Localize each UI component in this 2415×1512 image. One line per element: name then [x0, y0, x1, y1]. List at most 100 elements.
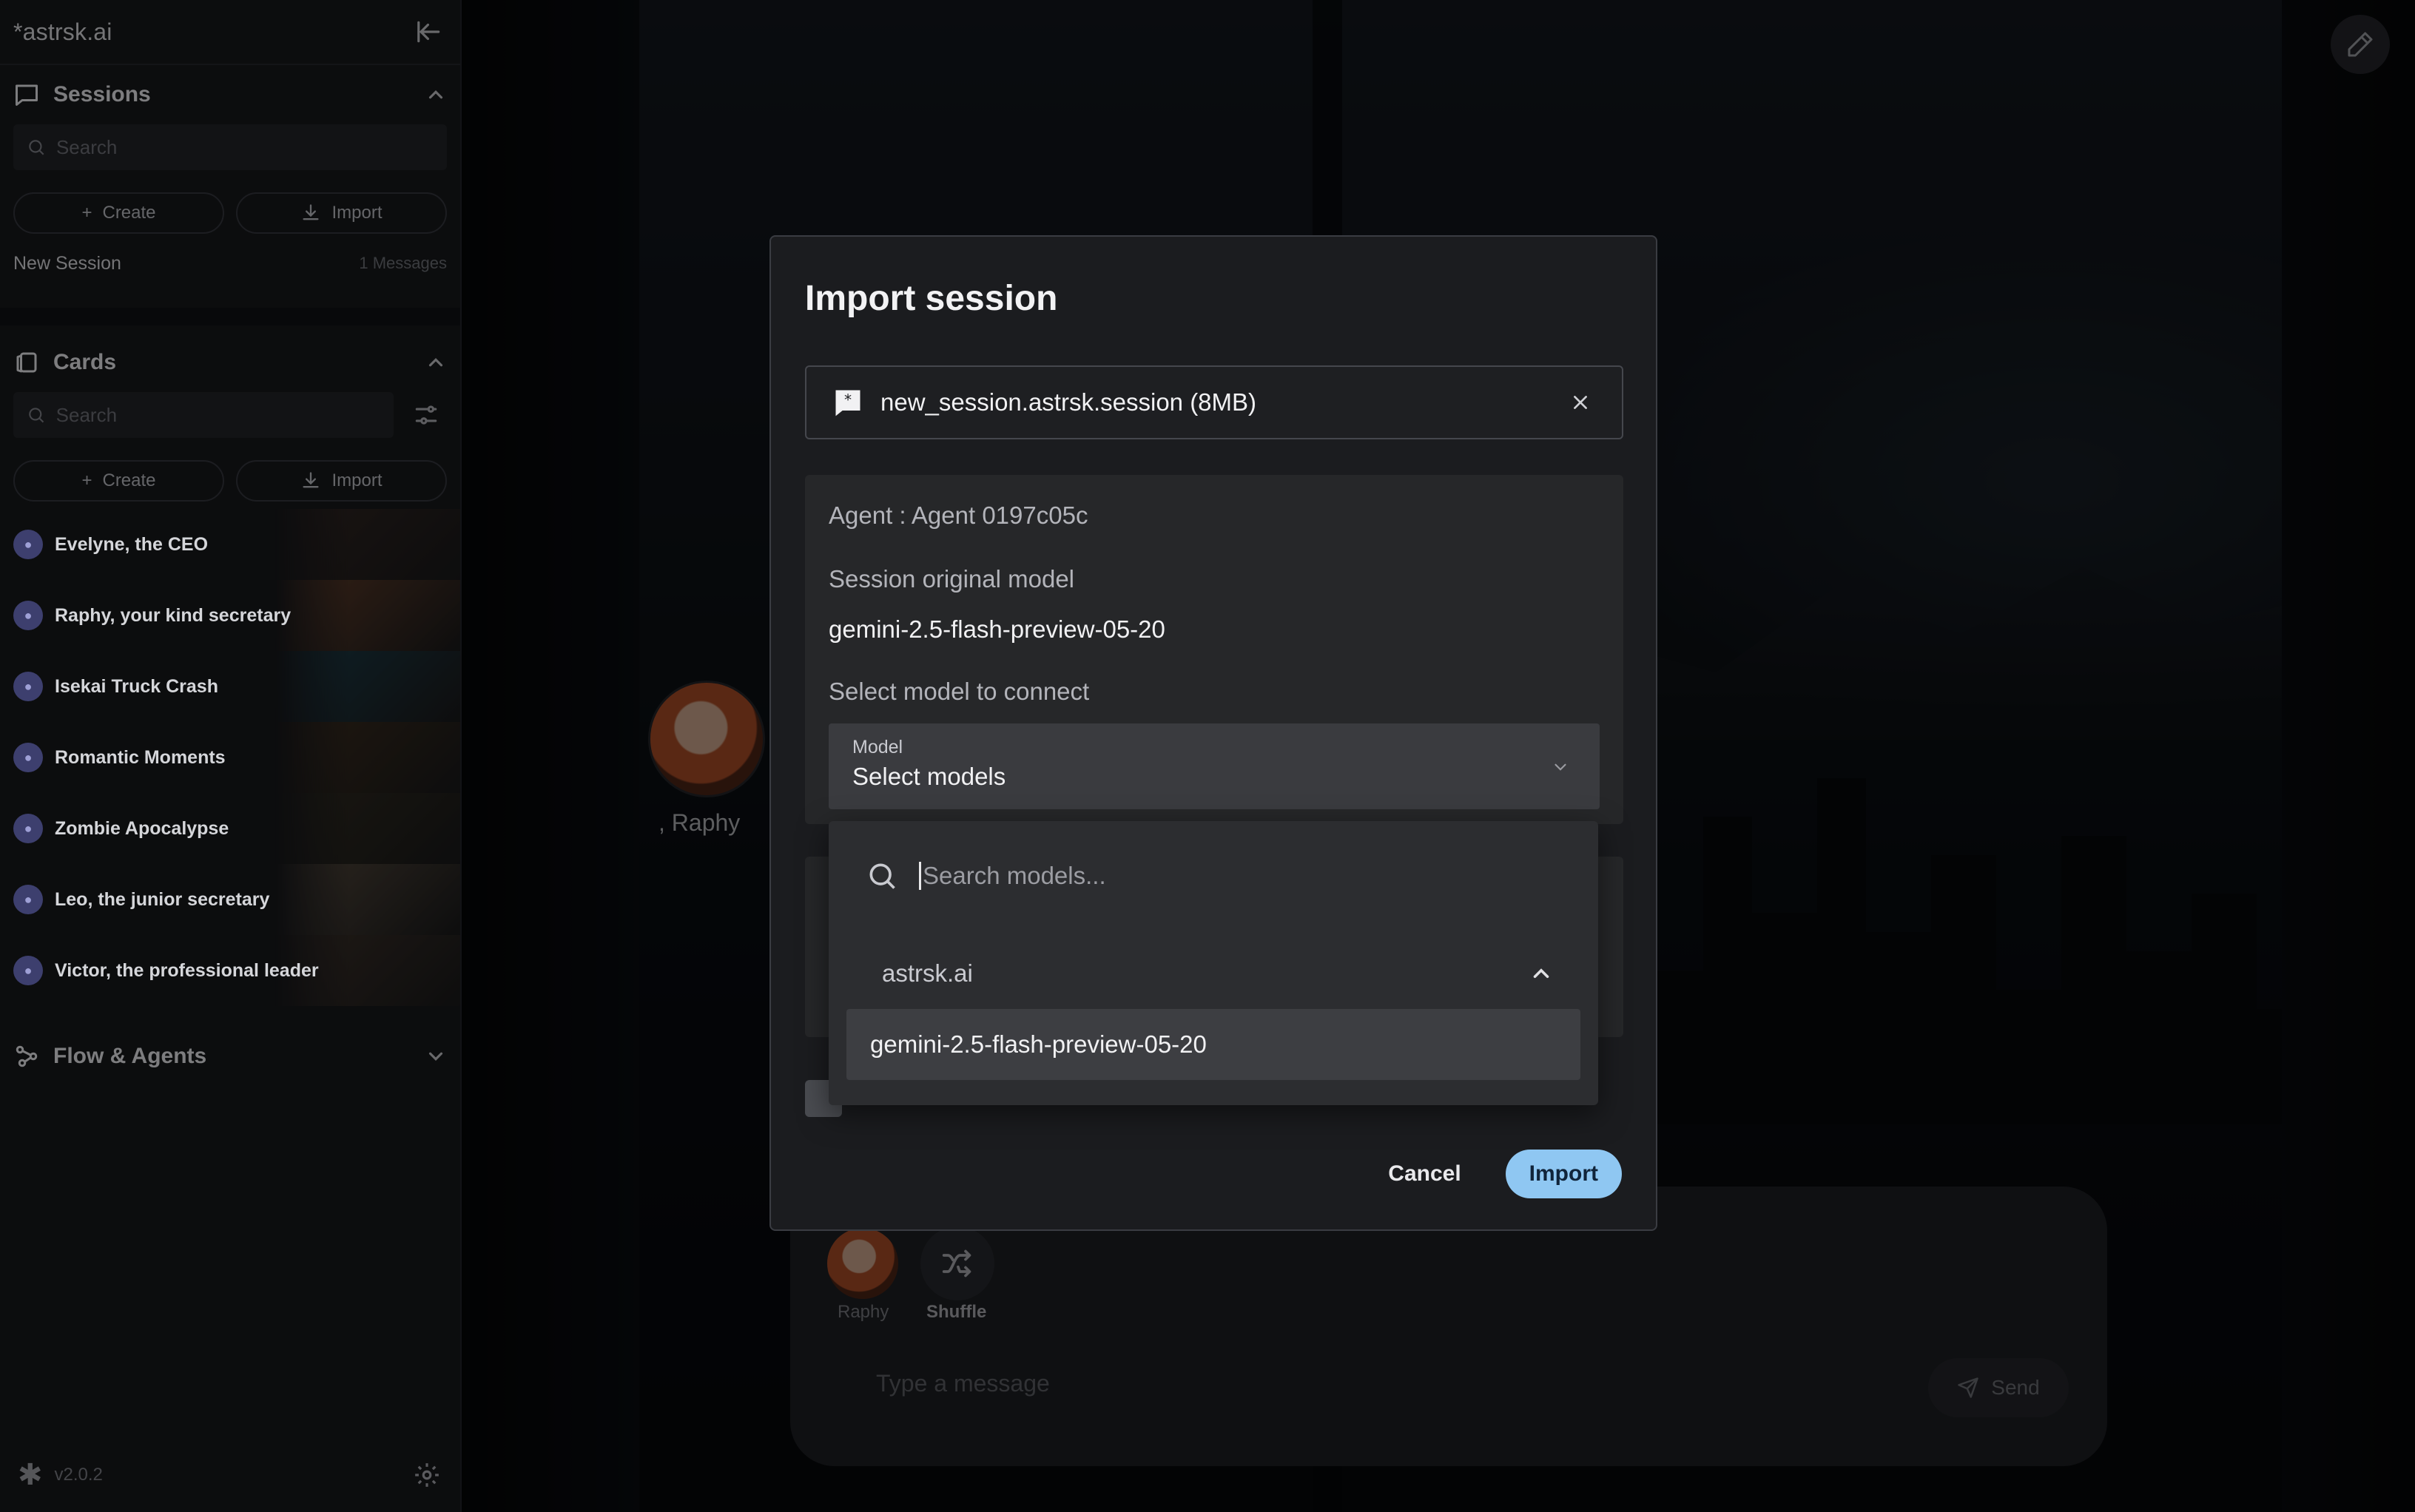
- user-icon: ●: [13, 530, 43, 559]
- card-thumbnail: [275, 864, 460, 935]
- card-item[interactable]: ● Raphy, your kind secretary: [0, 580, 460, 651]
- plus-icon: +: [81, 470, 92, 490]
- import-session-button[interactable]: Import: [236, 192, 447, 234]
- chevron-up-icon[interactable]: [425, 84, 447, 106]
- session-message-count: 1 Messages: [359, 254, 447, 272]
- model-search[interactable]: [866, 848, 1576, 904]
- search-icon: [29, 408, 44, 423]
- create-card-button[interactable]: + Create: [13, 460, 224, 502]
- flow-title: Flow & Agents: [53, 1044, 207, 1068]
- sidebar-header: *astrsk.ai: [0, 0, 460, 65]
- sidebar-footer: ✱ v2.0.2: [0, 1438, 459, 1512]
- user-icon: ●: [13, 814, 43, 843]
- app-root: , Raphy Raphy Shuffle Type a message Sen…: [0, 0, 2415, 1512]
- remove-file-button[interactable]: [1564, 386, 1597, 419]
- select-model-label: Select model to connect: [829, 678, 1090, 705]
- send-button[interactable]: Send: [1928, 1358, 2069, 1417]
- provider-group-name: astrsk.ai: [882, 959, 973, 987]
- send-icon: [1958, 1377, 1979, 1398]
- shuffle-button[interactable]: [920, 1226, 994, 1300]
- model-field-value: Select models: [852, 763, 1006, 790]
- collapse-left-icon: [417, 21, 440, 43]
- cancel-button[interactable]: Cancel: [1372, 1151, 1477, 1197]
- card-item[interactable]: ● Zombie Apocalypse: [0, 793, 460, 864]
- dialog-title: Import session: [805, 279, 1058, 318]
- cards-search-input[interactable]: [55, 403, 380, 427]
- chevron-down-icon: [1555, 763, 1566, 771]
- card-name: Victor, the professional leader: [55, 959, 319, 981]
- card-item[interactable]: ● Leo, the junior secretary: [0, 864, 460, 935]
- card-list: ● Evelyne, the CEO ● Raphy, your kind secre…: [13, 509, 460, 1006]
- card-item[interactable]: ● Evelyne, the CEO: [0, 509, 460, 580]
- model-search-input[interactable]: [919, 862, 1511, 890]
- card-name: Isekai Truck Crash: [55, 675, 218, 697]
- chevron-up-icon[interactable]: [425, 351, 447, 374]
- cards-section: Cards + Create Im: [0, 333, 460, 1006]
- sessions-search-input[interactable]: [55, 135, 434, 159]
- sessions-section: Sessions + Create Import New Session: [0, 65, 460, 325]
- edit-button[interactable]: [2331, 15, 2390, 74]
- model-option[interactable]: gemini-2.5-flash-preview-05-20: [846, 1009, 1580, 1080]
- shuffle-label: Shuffle: [926, 1302, 987, 1322]
- collapse-sidebar-button[interactable]: [411, 14, 447, 50]
- import-card-label: Import: [331, 470, 383, 490]
- asterisk-icon: ✱: [18, 1459, 43, 1491]
- card-item[interactable]: ● Romantic Moments: [0, 722, 460, 793]
- original-model-value: gemini-2.5-flash-preview-05-20: [829, 615, 1165, 643]
- card-name: Raphy, your kind secretary: [55, 604, 292, 626]
- sessions-header[interactable]: Sessions: [13, 65, 447, 124]
- import-session-label: Import: [331, 203, 383, 223]
- sessions-title: Sessions: [53, 82, 151, 107]
- selected-file: * new_session.astrsk.session (8MB): [805, 365, 1623, 439]
- section-divider: [0, 308, 460, 325]
- create-session-button[interactable]: + Create: [13, 192, 224, 234]
- provider-group-header[interactable]: astrsk.ai: [882, 945, 1554, 1002]
- model-dropdown: astrsk.ai gemini-2.5-flash-preview-05-20: [829, 821, 1598, 1105]
- message-input[interactable]: Type a message: [876, 1370, 1050, 1397]
- import-card-button[interactable]: Import: [236, 460, 447, 502]
- close-icon: [1574, 396, 1587, 409]
- create-card-label: Create: [102, 470, 156, 490]
- sessions-search[interactable]: [13, 124, 447, 170]
- agent-label: Agent : Agent 0197c05c: [829, 502, 1088, 529]
- card-item[interactable]: ● Victor, the professional leader: [0, 935, 460, 1006]
- character-avatar[interactable]: [648, 681, 765, 797]
- pencil-icon: [2348, 32, 2373, 57]
- sliders-icon: [415, 405, 437, 425]
- svg-text:*: *: [844, 391, 852, 409]
- flow-header[interactable]: Flow & Agents: [13, 1027, 447, 1086]
- card-thumbnail: [275, 580, 460, 651]
- download-icon: [303, 472, 319, 488]
- model-field-label: Model: [852, 737, 903, 757]
- create-session-label: Create: [102, 203, 156, 223]
- cards-search[interactable]: [13, 392, 394, 438]
- file-name: new_session.astrsk.session (8MB): [880, 388, 1257, 416]
- card-thumbnail: [275, 509, 460, 580]
- chevron-up-icon: [1533, 968, 1549, 979]
- sidebar: *astrsk.ai Sessions + Create: [0, 0, 462, 1512]
- card-thumbnail: [275, 722, 460, 793]
- quick-character-avatar[interactable]: [827, 1228, 898, 1299]
- download-icon: [303, 204, 319, 220]
- cards-header[interactable]: Cards: [13, 333, 447, 392]
- quick-character-label: Raphy: [838, 1302, 889, 1322]
- gear-icon[interactable]: [413, 1461, 441, 1489]
- session-name: New Session: [13, 252, 121, 274]
- card-name: Romantic Moments: [55, 746, 226, 768]
- session-item[interactable]: New Session 1 Messages: [13, 234, 447, 293]
- card-name: Leo, the junior secretary: [55, 888, 270, 910]
- user-icon: ●: [13, 743, 43, 772]
- user-icon: ●: [13, 885, 43, 914]
- import-button[interactable]: Import: [1505, 1150, 1622, 1198]
- card-thumbnail: [275, 793, 460, 864]
- filter-button[interactable]: [405, 394, 447, 436]
- model-select[interactable]: Model Select models: [829, 723, 1600, 809]
- character-name: , Raphy: [659, 809, 741, 836]
- chevron-down-icon[interactable]: [425, 1045, 447, 1067]
- app-logo: *astrsk.ai: [13, 18, 112, 45]
- user-icon: ●: [13, 672, 43, 701]
- card-item[interactable]: ● Isekai Truck Crash: [0, 651, 460, 722]
- cards-icon: [16, 352, 37, 373]
- search-icon: [869, 863, 895, 889]
- original-model-label: Session original model: [829, 565, 1075, 593]
